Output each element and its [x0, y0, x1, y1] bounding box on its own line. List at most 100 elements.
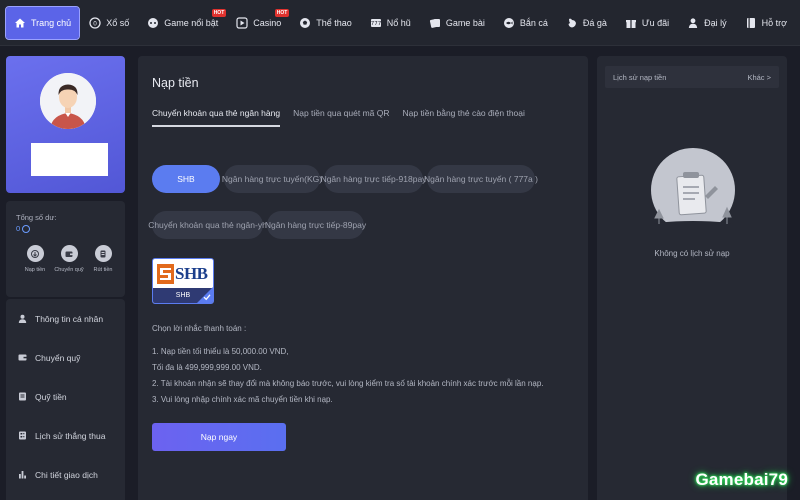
slot-icon: 777 — [370, 17, 382, 29]
user-icon — [18, 314, 27, 323]
nav-item-card-games[interactable]: Game bài — [421, 7, 493, 39]
method-direct-bank-918pay[interactable]: Ngân hàng trực tiếp-918pay — [321, 165, 426, 193]
nav-label: Đại lý — [704, 17, 727, 28]
instruction-line: Tối đa là 499,999,999.00 VND. — [152, 363, 262, 372]
hot-badge: HOT — [274, 8, 290, 17]
quick-actions: Nạp tiền Chuyển quỹ Rút tiền — [18, 245, 120, 273]
book-icon — [745, 17, 757, 29]
method-online-bank-777a[interactable]: Ngân hàng trực tuyến ( 777a ) — [424, 165, 538, 193]
history-icon — [18, 431, 27, 440]
profile-card — [6, 56, 125, 193]
sidebar-item-label: Lịch sử thắng thua — [35, 430, 106, 441]
fund-icon — [18, 392, 27, 401]
nav-item-promotions[interactable]: Ưu đãi — [617, 7, 677, 39]
deposit-history-panel: Lịch sử nạp tiền Khác > Không có lịch sử… — [597, 56, 787, 500]
nav-label: Casino — [253, 17, 282, 28]
nav-label: Trang chủ — [31, 17, 72, 28]
history-more-link[interactable]: Khác > — [747, 73, 771, 82]
nav-item-cockfight[interactable]: Đá gà — [558, 7, 615, 39]
nav-item-home[interactable]: Trang chủ — [4, 5, 81, 40]
quick-deposit-button[interactable]: Nạp tiền — [18, 245, 52, 273]
nav-label: Ưu đãi — [641, 17, 670, 28]
sidebar-item-fund[interactable]: Quỹ tiền — [6, 377, 125, 416]
avatar[interactable] — [40, 73, 96, 129]
nav-label: Đá gà — [582, 17, 607, 28]
quick-withdraw-button[interactable]: Rút tiền — [86, 245, 120, 273]
empty-history-text: Không có lịch sử nạp — [654, 249, 730, 258]
rooster-icon — [566, 17, 578, 29]
username-box — [31, 143, 108, 176]
balance-amount: 0 — [16, 224, 21, 233]
bank-logo-text: SHB — [175, 264, 208, 283]
nav-label: Nổ hũ — [386, 17, 411, 28]
nav-item-lottery[interactable]: 0 Xổ số — [81, 7, 137, 39]
gamepad-icon — [147, 17, 159, 29]
withdraw-icon — [94, 245, 112, 262]
quick-transfer-button[interactable]: Chuyển quỹ — [52, 245, 86, 273]
balance-card: Tổng số dư: 0 Nạp tiền Chuyển quỹ Rút ti… — [6, 201, 125, 297]
sidebar-item-transfer[interactable]: Chuyển quỹ — [6, 338, 125, 377]
ball-icon — [299, 17, 311, 29]
deposit-tabs: Chuyển khoản qua thẻ ngân hàng Nạp tiền … — [152, 108, 538, 127]
quick-action-label: Rút tiền — [93, 267, 113, 273]
instruction-line: 2. Tài khoản nhận sẽ thay đổi mà không b… — [152, 379, 544, 388]
sidebar-item-transaction-details[interactable]: Chi tiết giao dịch — [6, 455, 125, 494]
shb-logo: SHB — [157, 263, 208, 285]
hot-badge: HOT — [211, 8, 227, 17]
tab-phone-card[interactable]: Nạp tiền bằng thẻ cào điện thoại — [402, 108, 524, 127]
sidebar-item-profile[interactable]: Thông tin cá nhân — [6, 299, 125, 338]
quick-action-label: Nạp tiền — [24, 267, 46, 273]
payment-instructions: Chọn lời nhắc thanh toán : 1. Nạp tiền t… — [152, 324, 544, 411]
method-online-bank-kg[interactable]: Ngân hàng trực tuyến(KG) — [222, 165, 322, 193]
nav-item-slots[interactable]: 777 Nổ hũ — [362, 7, 419, 39]
watermark: Gamebai79 — [695, 470, 788, 489]
transfer-icon — [18, 353, 27, 362]
tab-qr-deposit[interactable]: Nạp tiền qua quét mã QR — [293, 108, 389, 127]
nav-item-featured-games[interactable]: Game nổi bật HOT — [139, 7, 227, 39]
method-shb[interactable]: SHB — [152, 165, 220, 193]
play-icon — [236, 16, 248, 29]
nav-item-support[interactable]: Hỗ trợ — [737, 7, 795, 39]
method-bank-card-yh[interactable]: Chuyển khoản qua thẻ ngân-yh — [148, 211, 267, 239]
empty-history-icon — [649, 148, 737, 232]
chart-icon — [18, 470, 27, 479]
sidebar-item-win-loss-history[interactable]: Lịch sử thắng thua — [6, 416, 125, 455]
check-icon — [203, 294, 211, 301]
nav-label: Xổ số — [106, 17, 130, 28]
sidebar-item-label: Thông tin cá nhân — [35, 313, 104, 324]
history-header: Lịch sử nạp tiền Khác > — [605, 66, 779, 88]
payment-methods: SHB Ngân hàng trực tuyến(KG) Ngân hàng t… — [148, 165, 572, 257]
deposit-now-button[interactable]: Nạp ngay — [152, 423, 286, 451]
nav-label: Game nổi bật — [164, 17, 219, 28]
quick-action-label: Chuyển quỹ — [54, 267, 84, 273]
nav-item-casino[interactable]: Casino HOT — [228, 7, 290, 39]
wallet-icon — [60, 245, 78, 262]
nav-item-agent[interactable]: Đại lý — [679, 7, 735, 39]
sidebar-item-label: Chuyển quỹ — [35, 352, 81, 363]
bank-option-shb[interactable]: SHB SHB — [152, 258, 214, 304]
method-direct-bank-89pay[interactable]: Ngân hàng trực tiếp-89pay — [265, 211, 366, 239]
nav-item-fishing[interactable]: Bắn cá — [495, 7, 556, 39]
instructions-title: Chọn lời nhắc thanh toán : — [152, 324, 247, 333]
instruction-line: 1. Nạp tiền tối thiểu là 50,000.00 VND, — [152, 347, 289, 356]
balance-value: 0 — [16, 224, 31, 233]
nav-item-sports[interactable]: Thể thao — [291, 7, 360, 39]
lottery-icon: 0 — [89, 16, 101, 29]
nav-label: Hỗ trợ — [761, 17, 788, 28]
cards-icon — [429, 17, 441, 29]
refresh-balance-icon[interactable] — [22, 224, 31, 233]
home-icon — [14, 17, 26, 29]
deposit-icon — [26, 245, 44, 262]
shb-logo-mark — [157, 264, 174, 284]
gift-icon — [625, 17, 637, 29]
nav-label: Bắn cá — [519, 17, 548, 28]
history-title: Lịch sử nạp tiền — [613, 72, 667, 82]
page-title: Nạp tiền — [152, 76, 199, 90]
balance-label: Tổng số dư: — [16, 213, 57, 222]
svg-text:777: 777 — [371, 21, 382, 27]
deposit-panel: Nạp tiền Chuyển khoản qua thẻ ngân hàng … — [138, 56, 588, 500]
tab-bank-transfer[interactable]: Chuyển khoản qua thẻ ngân hàng — [152, 108, 281, 127]
top-navigation: Trang chủ 0 Xổ số Game nổi bật HOT Casin… — [0, 0, 800, 46]
sidebar-item-label: Chi tiết giao dịch — [35, 469, 98, 480]
instruction-line: 3. Vui lòng nhập chính xác mã chuyển tiề… — [152, 395, 333, 404]
